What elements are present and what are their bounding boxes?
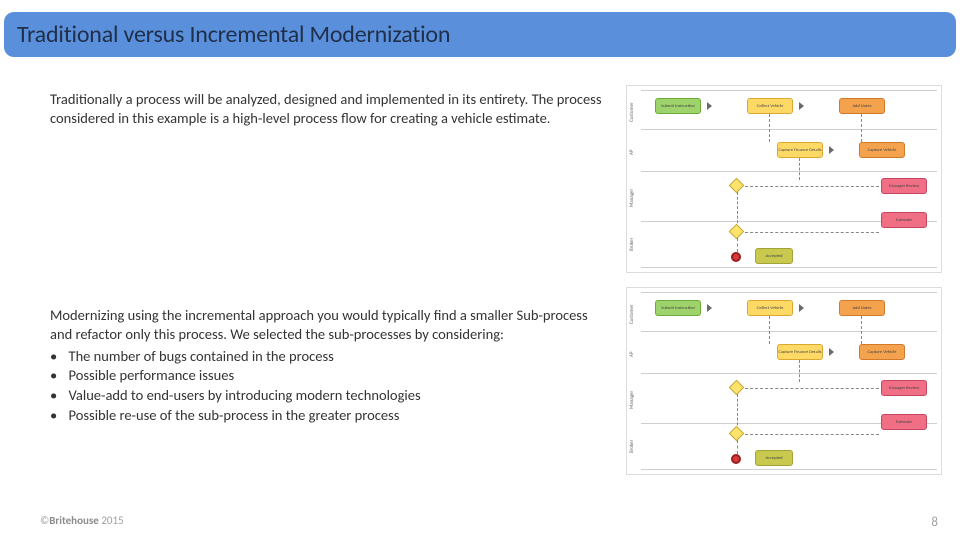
node: Estimate <box>881 212 927 228</box>
lane-label: Customer <box>629 296 639 332</box>
title-bar: Traditional versus Incremental Moderniza… <box>4 12 956 57</box>
list-item: The number of bugs contained in the proc… <box>50 347 610 367</box>
slide-title: Traditional versus Incremental Moderniza… <box>17 20 450 49</box>
paragraph-traditional: Traditionally a process will be analyzed… <box>50 90 610 128</box>
copyright-symbol: © <box>40 514 49 527</box>
node: Manager Review <box>881 178 927 194</box>
node: Manager Review <box>881 380 927 396</box>
footer-year: 2015 <box>101 514 123 527</box>
node: Submit Instruction <box>655 300 701 316</box>
node: Accepted <box>755 248 793 264</box>
footer-brand: Britehouse <box>49 514 99 527</box>
node: Add Notes <box>839 98 885 114</box>
lane-label: Broker <box>629 222 639 266</box>
end-event-icon <box>731 454 741 464</box>
node: Submit Instruction <box>655 98 701 114</box>
node: Collect Vehicle <box>747 98 793 114</box>
lane-label: Customer <box>629 94 639 130</box>
node: Capture Finance Details <box>777 344 823 360</box>
paragraph-incremental-block: Modernizing using the incremental approa… <box>50 306 610 425</box>
list-item: Possible re-use of the sub-process in th… <box>50 406 610 426</box>
page-number: 8 <box>931 515 938 530</box>
body-content: Traditionally a process will be analyzed… <box>50 90 610 425</box>
lane-label: Broker <box>629 424 639 468</box>
lane-label: AP <box>629 134 639 170</box>
end-event-icon <box>731 252 741 262</box>
node: Capture Vehicle <box>859 344 905 360</box>
list-item: Possible performance issues <box>50 366 610 386</box>
lane-label: Manager <box>629 378 639 422</box>
criteria-list: The number of bugs contained in the proc… <box>50 347 610 425</box>
node: Add Notes <box>839 300 885 316</box>
node: Capture Vehicle <box>859 142 905 158</box>
node: Collect Vehicle <box>747 300 793 316</box>
process-diagram-incremental: Customer AP Manager Broker Submit Instru… <box>626 287 942 475</box>
list-item: Value-add to end-users by introducing mo… <box>50 386 610 406</box>
node: Estimate <box>881 414 927 430</box>
lane-label: Manager <box>629 176 639 220</box>
node: Capture Finance Details <box>777 142 823 158</box>
paragraph-incremental: Modernizing using the incremental approa… <box>50 306 610 345</box>
process-diagram-traditional: Customer AP Manager Broker Submit Instru… <box>626 85 942 273</box>
footer-copyright: ©Britehouse 2015 <box>40 514 124 527</box>
node: Accepted <box>755 450 793 466</box>
lane-label: AP <box>629 336 639 372</box>
